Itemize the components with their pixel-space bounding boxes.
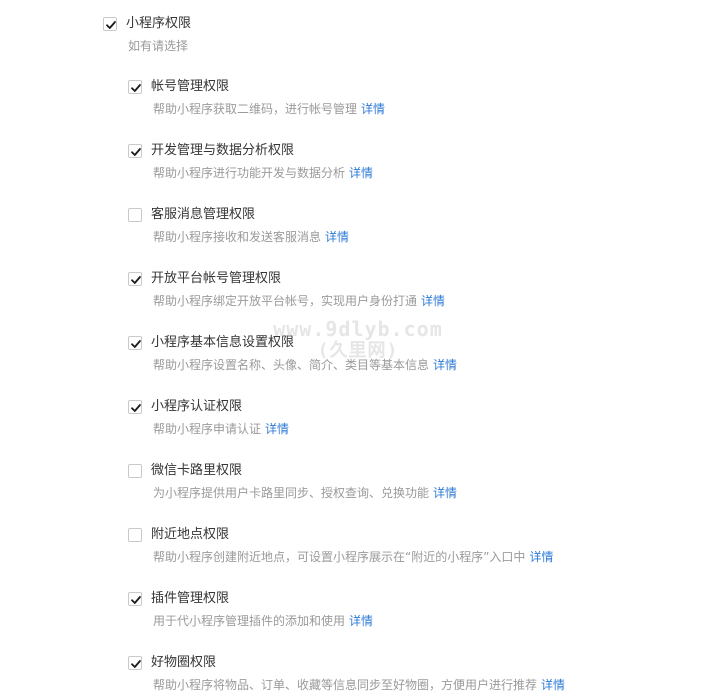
details-link[interactable]: 详情 bbox=[349, 166, 373, 180]
details-link[interactable]: 详情 bbox=[433, 486, 457, 500]
details-link[interactable]: 详情 bbox=[433, 358, 457, 372]
checkmark-icon bbox=[131, 596, 141, 604]
permission-checkbox[interactable] bbox=[128, 144, 142, 158]
permission-description-text: 帮助小程序接收和发送客服消息 bbox=[153, 230, 322, 244]
permission-checkbox[interactable] bbox=[128, 592, 142, 606]
permission-description-text: 帮助小程序将物品、订单、收藏等信息同步至好物圈，方便用户进行推荐 bbox=[153, 678, 538, 692]
permission-description: 帮助小程序绑定开放平台帐号，实现用户身份打通 详情 bbox=[153, 293, 445, 309]
permission-description-text: 帮助小程序绑定开放平台帐号，实现用户身份打通 bbox=[153, 294, 418, 308]
permission-label: 小程序认证权限 bbox=[151, 399, 243, 414]
permission-description-text: 帮助小程序设置名称、头像、简介、类目等基本信息 bbox=[153, 358, 430, 372]
permission-label: 插件管理权限 bbox=[151, 591, 230, 606]
details-link[interactable]: 详情 bbox=[421, 294, 445, 308]
permission-checkbox[interactable] bbox=[128, 80, 142, 94]
details-link[interactable]: 详情 bbox=[349, 614, 373, 628]
checkmark-icon bbox=[131, 84, 141, 92]
permission-description-text: 帮助小程序创建附近地点，可设置小程序展示在“附近的小程序”入口中 bbox=[153, 550, 526, 564]
details-link[interactable]: 详情 bbox=[541, 678, 565, 692]
select-if-any-hint: 如有请选择 bbox=[128, 39, 189, 53]
permission-checkbox[interactable] bbox=[128, 336, 142, 350]
details-link[interactable]: 详情 bbox=[265, 422, 289, 436]
permission-label: 客服消息管理权限 bbox=[151, 207, 256, 222]
details-link[interactable]: 详情 bbox=[529, 550, 553, 564]
permission-description: 帮助小程序获取二维码，进行帐号管理 详情 bbox=[153, 101, 385, 117]
details-link[interactable]: 详情 bbox=[361, 102, 385, 116]
checkmark-icon bbox=[131, 340, 141, 348]
permission-description-text: 帮助小程序申请认证 bbox=[153, 422, 262, 436]
permission-description: 为小程序提供用户卡路里同步、授权查询、兑换功能 详情 bbox=[153, 485, 457, 501]
permission-description-text: 用于代小程序管理插件的添加和使用 bbox=[153, 614, 346, 628]
permission-label: 开发管理与数据分析权限 bbox=[151, 143, 295, 158]
permission-label: 小程序基本信息设置权限 bbox=[151, 335, 295, 350]
permission-checkbox[interactable] bbox=[128, 464, 142, 478]
mini-program-permission-label: 小程序权限 bbox=[126, 16, 192, 31]
permission-label: 好物圈权限 bbox=[151, 655, 217, 670]
permission-checkbox[interactable] bbox=[128, 208, 142, 222]
details-link[interactable]: 详情 bbox=[325, 230, 349, 244]
permission-label: 帐号管理权限 bbox=[151, 79, 230, 94]
permission-checkbox[interactable] bbox=[128, 656, 142, 670]
permission-checkbox[interactable] bbox=[128, 528, 142, 542]
permission-description-text: 为小程序提供用户卡路里同步、授权查询、兑换功能 bbox=[153, 486, 430, 500]
permission-label: 开放平台帐号管理权限 bbox=[151, 271, 282, 286]
permission-description: 帮助小程序创建附近地点，可设置小程序展示在“附近的小程序”入口中 详情 bbox=[153, 549, 553, 565]
mini-program-permission-checkbox[interactable] bbox=[103, 17, 117, 31]
checkmark-icon bbox=[131, 660, 141, 668]
permission-description: 用于代小程序管理插件的添加和使用 详情 bbox=[153, 613, 373, 629]
checkmark-icon bbox=[131, 404, 141, 412]
permission-description: 帮助小程序进行功能开发与数据分析 详情 bbox=[153, 165, 373, 181]
permission-checkbox[interactable] bbox=[128, 400, 142, 414]
permission-description: 帮助小程序申请认证 详情 bbox=[153, 421, 289, 437]
permission-label: 微信卡路里权限 bbox=[151, 463, 243, 478]
permission-description: 帮助小程序将物品、订单、收藏等信息同步至好物圈，方便用户进行推荐 详情 bbox=[153, 677, 565, 693]
checkmark-icon bbox=[131, 276, 141, 284]
permission-description: 帮助小程序设置名称、头像、简介、类目等基本信息 详情 bbox=[153, 357, 457, 373]
permission-description-text: 帮助小程序进行功能开发与数据分析 bbox=[153, 166, 346, 180]
checkmark-icon bbox=[131, 148, 141, 156]
checkmark-icon bbox=[106, 21, 116, 29]
permission-description-text: 帮助小程序获取二维码，进行帐号管理 bbox=[153, 102, 358, 116]
permission-checkbox[interactable] bbox=[128, 272, 142, 286]
permission-label: 附近地点权限 bbox=[151, 527, 230, 542]
permission-description: 帮助小程序接收和发送客服消息 详情 bbox=[153, 229, 349, 245]
